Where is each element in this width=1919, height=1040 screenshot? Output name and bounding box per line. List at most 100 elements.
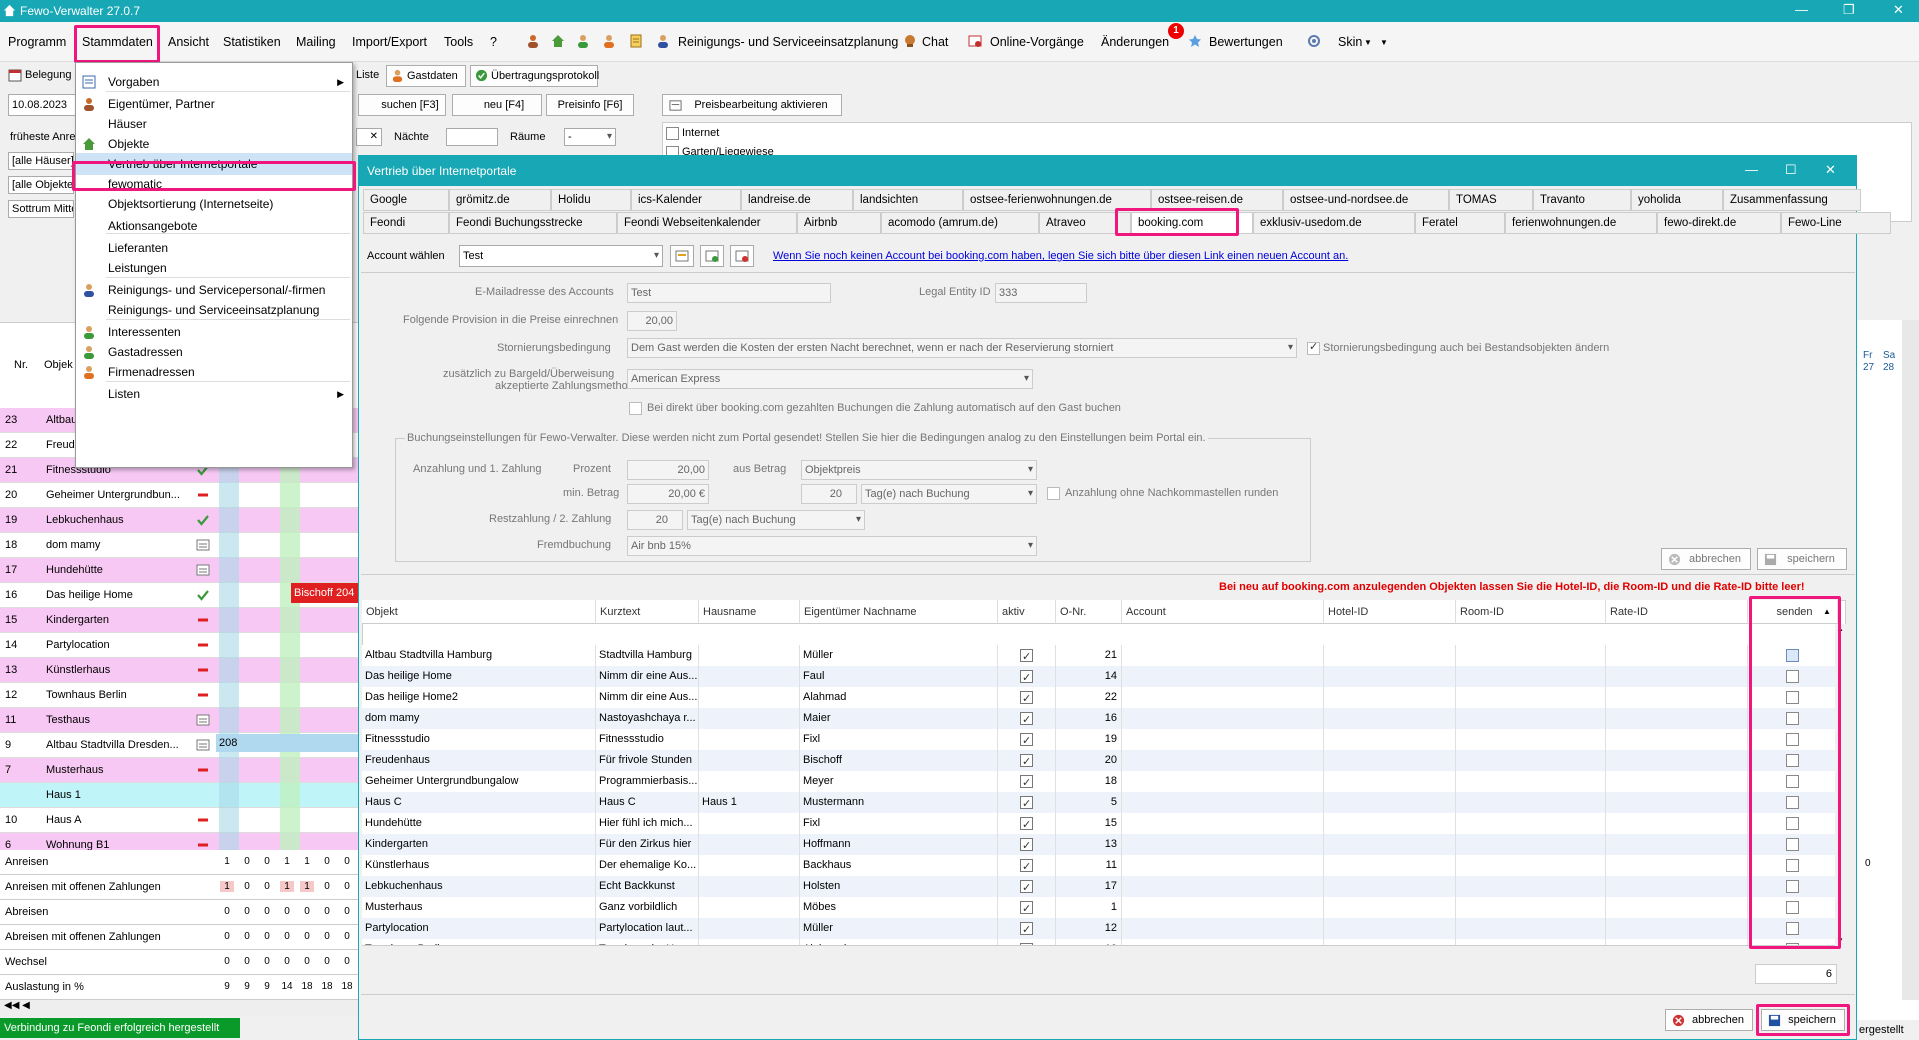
list-item[interactable]: 18 dom mamy (0, 533, 360, 558)
account-edit-button[interactable] (670, 245, 694, 267)
internet-checkbox[interactable] (666, 127, 679, 140)
menu-import-export[interactable]: Import/Export (352, 35, 427, 49)
objekte-filter[interactable]: [alle Objekte] (8, 176, 74, 194)
tab-acomodo-amrum-de-[interactable]: acomodo (amrum.de) (881, 212, 1039, 234)
menuitem-objektsortierung-internetseite[interactable]: Objektsortierung (Internetseite) (76, 193, 352, 215)
toolbar-more-chevron-icon[interactable]: ▼ (1380, 38, 1388, 47)
settings-cancel-button[interactable]: abbrechen (1661, 548, 1751, 570)
list-item[interactable]: 17 Hundehütte (0, 558, 360, 583)
person-orange-icon[interactable] (602, 34, 616, 48)
tab-holidu[interactable]: Holidu (551, 189, 631, 211)
col-o-nr-[interactable]: O-Nr. (1056, 600, 1122, 624)
dialog-minimize-button[interactable]: — (1745, 162, 1758, 177)
tab-grömitz-de[interactable]: grömitz.de (449, 189, 551, 211)
tab-landsichten[interactable]: landsichten (853, 189, 963, 211)
date-field[interactable]: 10.08.2023 (8, 94, 76, 116)
table-row[interactable]: Fitnessstudio Fitnessstudio Fixl 19 (362, 729, 1842, 750)
dialog-close-button[interactable]: ✕ (1825, 162, 1836, 178)
col-aktiv[interactable]: aktiv (998, 600, 1056, 624)
aktiv-checkbox[interactable] (1020, 731, 1033, 750)
tab-feondi[interactable]: Feondi (363, 212, 449, 234)
menu-online-vorgaenge[interactable]: Online-Vorgänge (990, 35, 1084, 49)
aktiv-checkbox[interactable] (1020, 689, 1033, 708)
aktiv-checkbox[interactable] (1020, 920, 1033, 939)
fremdbuchung-select[interactable]: Air bnb 15% (627, 536, 1037, 556)
table-row[interactable]: Kindergarten Für den Zirkus hier Hoffman… (362, 834, 1842, 855)
menuitem-firmenadressen[interactable]: Firmenadressen (76, 361, 352, 383)
tab-ics-kalender[interactable]: ics-Kalender (631, 189, 741, 211)
cleaning-person-icon[interactable] (656, 34, 670, 48)
tab-feondi-webseitenkalender[interactable]: Feondi Webseitenkalender (617, 212, 797, 234)
menuitem-vorgaben[interactable]: Vorgaben ▶ (76, 71, 352, 93)
list-item[interactable]: 19 Lebkuchenhaus (0, 508, 360, 533)
aktiv-checkbox[interactable] (1020, 878, 1033, 897)
col-nr[interactable]: Nr. (14, 359, 28, 371)
new-account-link[interactable]: Wenn Sie noch keinen Account bei booking… (773, 250, 1348, 262)
menuitem-listen[interactable]: Listen ▶ (76, 383, 352, 405)
menu-skin[interactable]: Skin (1338, 35, 1362, 49)
menu-programm[interactable]: Programm (8, 35, 66, 49)
menuitem-häuser[interactable]: Häuser (76, 113, 352, 135)
aktiv-checkbox[interactable] (1020, 647, 1033, 666)
search-button[interactable]: suchen [F3] (358, 94, 446, 116)
direct-payment-checkbox[interactable] (629, 402, 642, 415)
aktiv-checkbox[interactable] (1020, 773, 1033, 792)
list-item[interactable]: 7 Musterhaus (0, 758, 360, 783)
tab-exklusiv-usedom-de[interactable]: exklusiv-usedom.de (1253, 212, 1415, 234)
menuitem-lieferanten[interactable]: Lieferanten (76, 237, 352, 259)
list-item[interactable]: 11 Testhaus (0, 708, 360, 733)
cancel-button[interactable]: abbrechen (1665, 1009, 1753, 1031)
star-icon[interactable] (1188, 34, 1202, 48)
table-row[interactable]: Lebkuchenhaus Echt Backkunst Holsten 17 (362, 876, 1842, 897)
right-vertical-scrollbar[interactable] (1902, 320, 1919, 1000)
table-row[interactable]: Haus C Haus C Haus 1 Mustermann 5 (362, 792, 1842, 813)
menuitem-reinigungs-und-servicepersonal-firmen[interactable]: Reinigungs- und Servicepersonal/-firmen (76, 279, 352, 301)
restore-button[interactable]: ❐ (1843, 2, 1855, 18)
skin-chevron-icon[interactable]: ▼ (1364, 38, 1372, 47)
list-item[interactable]: 12 Townhaus Berlin (0, 683, 360, 708)
menuitem-eigentümer-partner[interactable]: Eigentümer, Partner (76, 93, 352, 115)
table-row[interactable]: Altbau Stadtvilla Hamburg Stadtvilla Ham… (362, 645, 1842, 666)
aktiv-checkbox[interactable] (1020, 752, 1033, 771)
dialog-maximize-button[interactable]: ☐ (1785, 162, 1797, 178)
days2-unit-select[interactable]: Tag(e) nach Buchung (687, 510, 865, 530)
days1-unit-select[interactable]: Tag(e) nach Buchung (861, 484, 1037, 504)
col-room-id[interactable]: Room-ID (1456, 600, 1606, 624)
tab-belegung[interactable]: Belegung (25, 69, 72, 81)
storno-select[interactable]: Dem Gast werden die Kosten der ersten Na… (627, 338, 1297, 358)
gastdaten-button[interactable]: Gastdaten (386, 65, 466, 87)
minimize-button[interactable]: — (1795, 2, 1808, 17)
notepad-icon[interactable] (629, 34, 643, 48)
account-add-button[interactable] (700, 245, 724, 267)
menu-bewertungen[interactable]: Bewertungen (1209, 35, 1283, 49)
tab-yoholida[interactable]: yoholida (1631, 189, 1723, 211)
table-row[interactable]: Das heilige Home2 Nimm dir eine Aus... A… (362, 687, 1842, 708)
table-row[interactable]: dom mamy Nastoyashchaya r... Maier 16 (362, 708, 1842, 729)
table-row[interactable]: Hundehütte Hier fühl ich mich... Fixl 15 (362, 813, 1842, 834)
menu-help[interactable]: ? (490, 35, 497, 49)
new-button[interactable]: neu [F4] (452, 94, 542, 116)
tab-landreise-de[interactable]: landreise.de (741, 189, 853, 211)
aktiv-checkbox[interactable] (1020, 899, 1033, 918)
menu-tools[interactable]: Tools (444, 35, 473, 49)
menuitem-gastadressen[interactable]: Gastadressen (76, 341, 352, 363)
gear-icon[interactable] (1307, 34, 1321, 48)
haeuser-filter[interactable]: [alle Häuser] (8, 152, 74, 170)
table-row[interactable]: Das heilige Home Nimm dir eine Aus... Fa… (362, 666, 1842, 687)
aktiv-checkbox[interactable] (1020, 710, 1033, 729)
table-row[interactable]: Freudenhaus Für frivole Stunden Bischoff… (362, 750, 1842, 771)
aktiv-checkbox[interactable] (1020, 668, 1033, 687)
legal-entity-field[interactable]: 333 (995, 283, 1087, 303)
person-green-icon[interactable] (576, 34, 590, 48)
menu-statistiken[interactable]: Statistiken (223, 35, 281, 49)
table-row[interactable]: Partylocation Partylocation laut... Müll… (362, 918, 1842, 939)
tab-airbnb[interactable]: Airbnb (797, 212, 881, 234)
days1-stepper[interactable]: 20 (801, 484, 857, 504)
tab-travanto[interactable]: Travanto (1533, 189, 1631, 211)
col-account[interactable]: Account (1122, 600, 1324, 624)
table-row[interactable]: Künstlerhaus Der ehemalige Ko... Backhau… (362, 855, 1842, 876)
tab-ferienwohnungen-de[interactable]: ferienwohnungen.de (1505, 212, 1657, 234)
menu-cleaning-planning[interactable]: Reinigungs- und Serviceeinsatzplanung (678, 35, 898, 49)
table-row[interactable]: Geheimer Untergrundbungalow Programmierb… (362, 771, 1842, 792)
account-select[interactable]: Test (459, 245, 663, 267)
